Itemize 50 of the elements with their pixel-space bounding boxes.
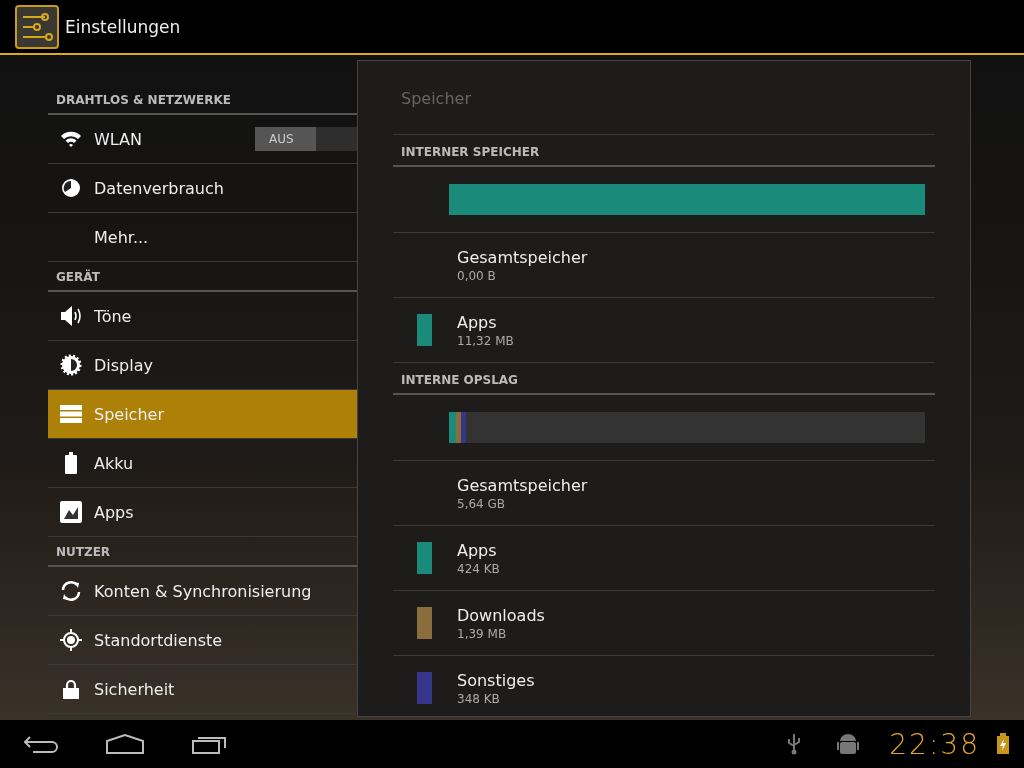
settings-item[interactable]: Datenverbrauch: [48, 164, 357, 213]
section-header: INTERNER SPEICHER: [393, 135, 935, 167]
screen-title: Einstellungen: [65, 16, 181, 37]
sync-icon: [60, 580, 82, 602]
settings-item[interactable]: Sicherheit: [48, 665, 357, 714]
storage-row[interactable]: Apps 424 KB: [393, 526, 935, 591]
settings-item[interactable]: WLAN AUS: [48, 115, 357, 164]
android-icon: [837, 732, 860, 756]
row-title: Downloads: [457, 605, 545, 625]
row-title: Apps: [457, 312, 498, 332]
brightness-icon: [60, 354, 82, 376]
battery-charging-icon: [996, 733, 1010, 755]
settings-item[interactable]: Standortdienste: [48, 616, 357, 665]
section-header: INTERNE OPSLAG: [393, 363, 935, 395]
settings-item[interactable]: Töne: [48, 292, 357, 341]
row-title: Gesamtspeicher: [457, 475, 588, 495]
row-title: Apps: [457, 540, 498, 560]
wlan-toggle[interactable]: AUS: [255, 127, 357, 151]
location-icon: [60, 629, 82, 651]
settings-item[interactable]: Akku: [48, 439, 357, 488]
storage-row[interactable]: Gesamtspeicher 0,00 B: [393, 233, 935, 298]
sliders-icon[interactable]: [15, 4, 59, 49]
row-size: 0,00 B: [457, 268, 497, 283]
storage-icon: [60, 405, 82, 423]
speaker-icon: [59, 305, 83, 327]
row-size: 424 KB: [457, 561, 500, 576]
row-size: 11,32 MB: [457, 333, 514, 348]
row-size: 348 KB: [457, 691, 501, 706]
apps-icon: [60, 501, 82, 523]
row-size: 1,39 MB: [457, 626, 508, 641]
storage-row[interactable]: Gesamtspeicher 5,64 GB: [393, 461, 935, 526]
section-header: NUTZER: [48, 537, 357, 567]
pie-chart-icon: [61, 178, 81, 198]
clock: 22:38: [889, 727, 980, 761]
row-size: 5,64 GB: [457, 496, 507, 511]
panel-title: Speicher: [393, 61, 935, 135]
recent-apps-icon[interactable]: [192, 734, 228, 754]
settings-item[interactable]: Apps: [48, 488, 357, 537]
wifi-icon: [60, 130, 82, 148]
section-header: DRAHTLOS & NETZWERKE: [48, 85, 357, 115]
storage-row[interactable]: Downloads 1,39 MB: [393, 591, 935, 656]
home-icon[interactable]: [106, 734, 144, 754]
row-title: Gesamtspeicher: [457, 247, 588, 267]
usb-icon: [787, 733, 802, 755]
storage-row[interactable]: Apps 11,32 MB: [393, 298, 935, 363]
battery-icon: [65, 452, 77, 474]
section-header: GERÄT: [48, 262, 357, 292]
back-icon[interactable]: [24, 735, 58, 753]
lock-icon: [63, 679, 79, 699]
row-title: Sonstiges: [457, 670, 535, 690]
